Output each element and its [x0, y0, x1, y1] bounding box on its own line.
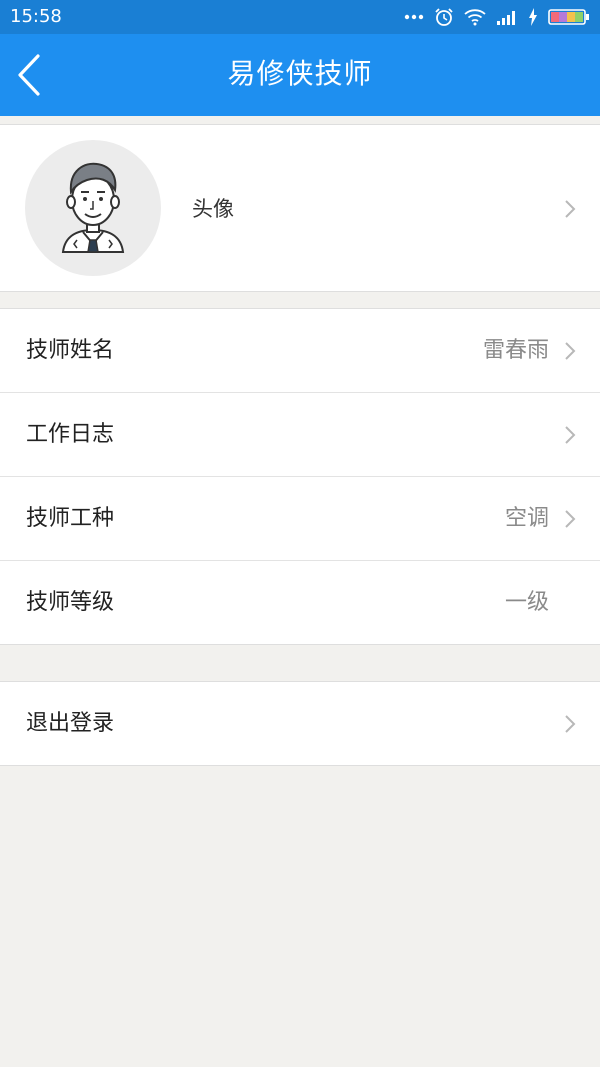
alarm-icon	[434, 7, 454, 27]
page-title: 易修侠技师	[227, 57, 373, 90]
status-icons	[404, 7, 592, 27]
row-value: 雷春雨	[482, 338, 549, 363]
row-technician-level: 技师等级 一级	[0, 561, 600, 645]
battery-icon	[548, 8, 592, 26]
row-value: 空调	[504, 506, 549, 531]
signal-icon	[496, 9, 518, 25]
logout-button[interactable]: 退出登录	[0, 682, 600, 766]
row-work-log[interactable]: 工作日志	[0, 393, 600, 477]
man-in-suit-avatar	[61, 162, 125, 253]
chevron-right-icon	[564, 509, 576, 529]
chevron-right-icon	[564, 425, 576, 445]
more-dots-icon	[404, 14, 424, 20]
row-label: 技师等级	[26, 590, 115, 615]
avatar[interactable]	[25, 140, 161, 276]
chevron-right-icon	[564, 341, 576, 361]
row-label: 技师工种	[26, 506, 115, 531]
app-header: 易修侠技师	[0, 34, 600, 116]
chevron-right-icon	[564, 199, 576, 219]
row-label: 工作日志	[26, 422, 115, 447]
status-time: 15:58	[10, 6, 62, 27]
row-value: 一级	[504, 590, 549, 615]
row-technician-name[interactable]: 技师姓名 雷春雨	[0, 309, 600, 393]
logout-row[interactable]: 退出登录	[0, 681, 600, 766]
wifi-icon	[464, 8, 486, 26]
row-label: 技师姓名	[26, 338, 115, 363]
avatar-label: 头像	[192, 197, 234, 221]
chevron-right-icon	[564, 714, 576, 734]
charging-icon	[528, 8, 538, 26]
avatar-row[interactable]: 头像	[0, 124, 600, 292]
logout-label: 退出登录	[26, 711, 115, 736]
status-bar: 15:58	[0, 0, 600, 34]
row-technician-trade[interactable]: 技师工种 空调	[0, 477, 600, 561]
info-list: 技师姓名 雷春雨 工作日志 技师工种 空调 技师等级 一级	[0, 308, 600, 645]
